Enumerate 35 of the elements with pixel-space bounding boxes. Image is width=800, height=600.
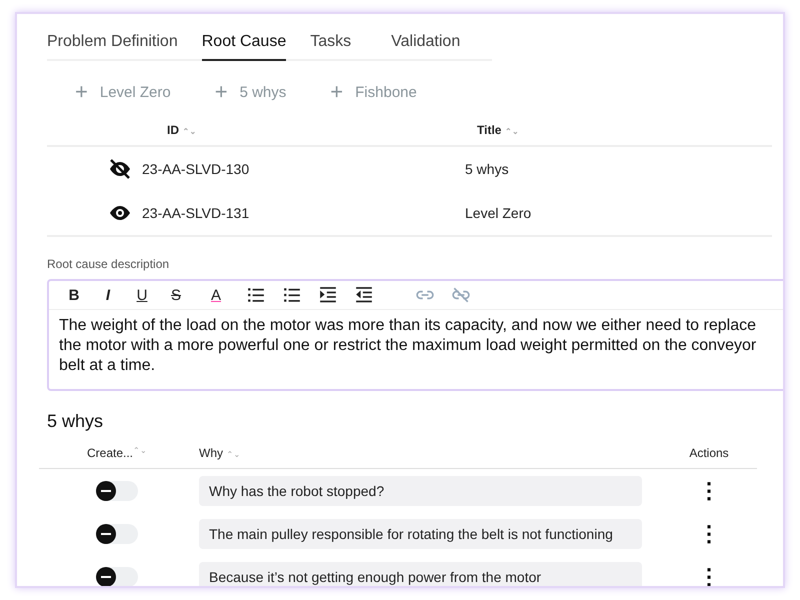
section-title: 5 whys: [47, 411, 104, 432]
bullet-list-icon[interactable]: [247, 286, 265, 304]
more-menu-button[interactable]: ⋮: [694, 520, 724, 546]
italic-button[interactable]: I: [91, 284, 125, 306]
title-cell: Level Zero: [465, 205, 532, 221]
eye-slash-icon[interactable]: [108, 157, 132, 181]
why-field[interactable]: The main pulley responsible for rotating the belt is not functioning: [199, 518, 642, 548]
tab[interactable]: Tasks: [310, 28, 352, 61]
column-header[interactable]: Title ⌃⌄: [477, 123, 519, 137]
why-field[interactable]: Why has the robot stopped?: [199, 476, 642, 506]
column-header[interactable]: ID ⌃⌄: [167, 123, 477, 137]
color-button[interactable]: A: [199, 284, 233, 306]
bold-button[interactable]: B: [57, 284, 91, 306]
column-header: Actions: [688, 446, 730, 460]
more-menu-button[interactable]: ⋮: [694, 478, 724, 504]
more-menu-button[interactable]: ⋮: [694, 564, 724, 586]
tab[interactable]: Validation: [391, 28, 460, 61]
rich-text-editor[interactable]: [47, 279, 783, 391]
tab[interactable]: Problem Definition: [47, 28, 178, 61]
field-label: Root cause description: [47, 257, 170, 271]
why-field[interactable]: Because it’s not getting enough power from the motor: [199, 562, 642, 586]
id-cell-text: 23-AA-SLVD-131: [142, 205, 250, 221]
tab[interactable]: Root Cause: [202, 28, 286, 61]
toggle-switch[interactable]: [96, 524, 138, 544]
toggle-switch[interactable]: [96, 480, 138, 500]
strike-button[interactable]: S: [159, 284, 193, 306]
description-text: The weight of the load on the motor was more than its capacity, and now we either need to replace the motor with a more powerful one or restrict the maximum load weight permitted on the conveyor belt at a time.: [58, 316, 758, 376]
title-cell: 5 whys: [465, 161, 509, 177]
underline-button[interactable]: U: [125, 284, 159, 306]
toggle-switch[interactable]: [96, 566, 138, 586]
outdent-icon[interactable]: [355, 286, 373, 304]
id-cell-text: 23-AA-SLVD-130: [142, 161, 250, 177]
column-header[interactable]: Create...⌃⌄: [39, 446, 195, 460]
column-header[interactable]: Why ⌃⌄: [195, 446, 679, 460]
indent-icon[interactable]: [319, 286, 337, 304]
